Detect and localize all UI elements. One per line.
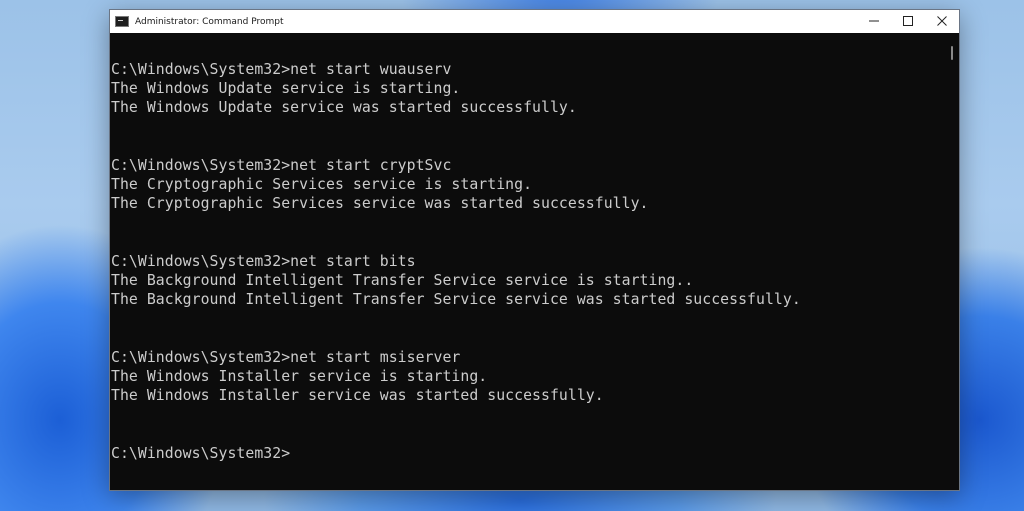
title-bar[interactable]: Administrator: Command Prompt — [110, 10, 959, 33]
maximize-button[interactable] — [891, 10, 925, 33]
window-controls — [857, 10, 959, 33]
minimize-icon — [869, 15, 879, 29]
console-line: The Windows Installer service is startin… — [111, 368, 488, 385]
console-line: The Windows Update service was started s… — [111, 99, 577, 116]
maximize-icon — [903, 15, 913, 29]
console-line: The Background Intelligent Transfer Serv… — [111, 291, 801, 308]
console-line: C:\Windows\System32>net start wuauserv — [111, 61, 452, 78]
scrollbar-thumb[interactable] — [951, 46, 953, 60]
close-icon — [937, 15, 947, 29]
console-line: The Cryptographic Services service was s… — [111, 195, 649, 212]
minimize-button[interactable] — [857, 10, 891, 33]
vertical-scrollbar[interactable] — [945, 33, 959, 490]
console-line: The Windows Update service is starting. — [111, 80, 461, 97]
window-title: Administrator: Command Prompt — [135, 16, 284, 27]
console-line: The Cryptographic Services service is st… — [111, 176, 533, 193]
console-line: C:\Windows\System32>net start bits — [111, 253, 416, 270]
console-line: The Windows Installer service was starte… — [111, 387, 604, 404]
close-button[interactable] — [925, 10, 959, 33]
console-output[interactable]: C:\Windows\System32>net start wuauserv T… — [110, 33, 945, 490]
console-line: C:\Windows\System32>net start cryptSvc — [111, 157, 452, 174]
command-prompt-line[interactable]: C:\Windows\System32> — [111, 444, 290, 463]
command-prompt-window[interactable]: Administrator: Command Prompt C:\Windows… — [109, 9, 960, 491]
command-prompt-icon — [115, 16, 129, 27]
console-line: C:\Windows\System32>net start msiserver — [111, 349, 461, 366]
console-line: The Background Intelligent Transfer Serv… — [111, 272, 694, 289]
